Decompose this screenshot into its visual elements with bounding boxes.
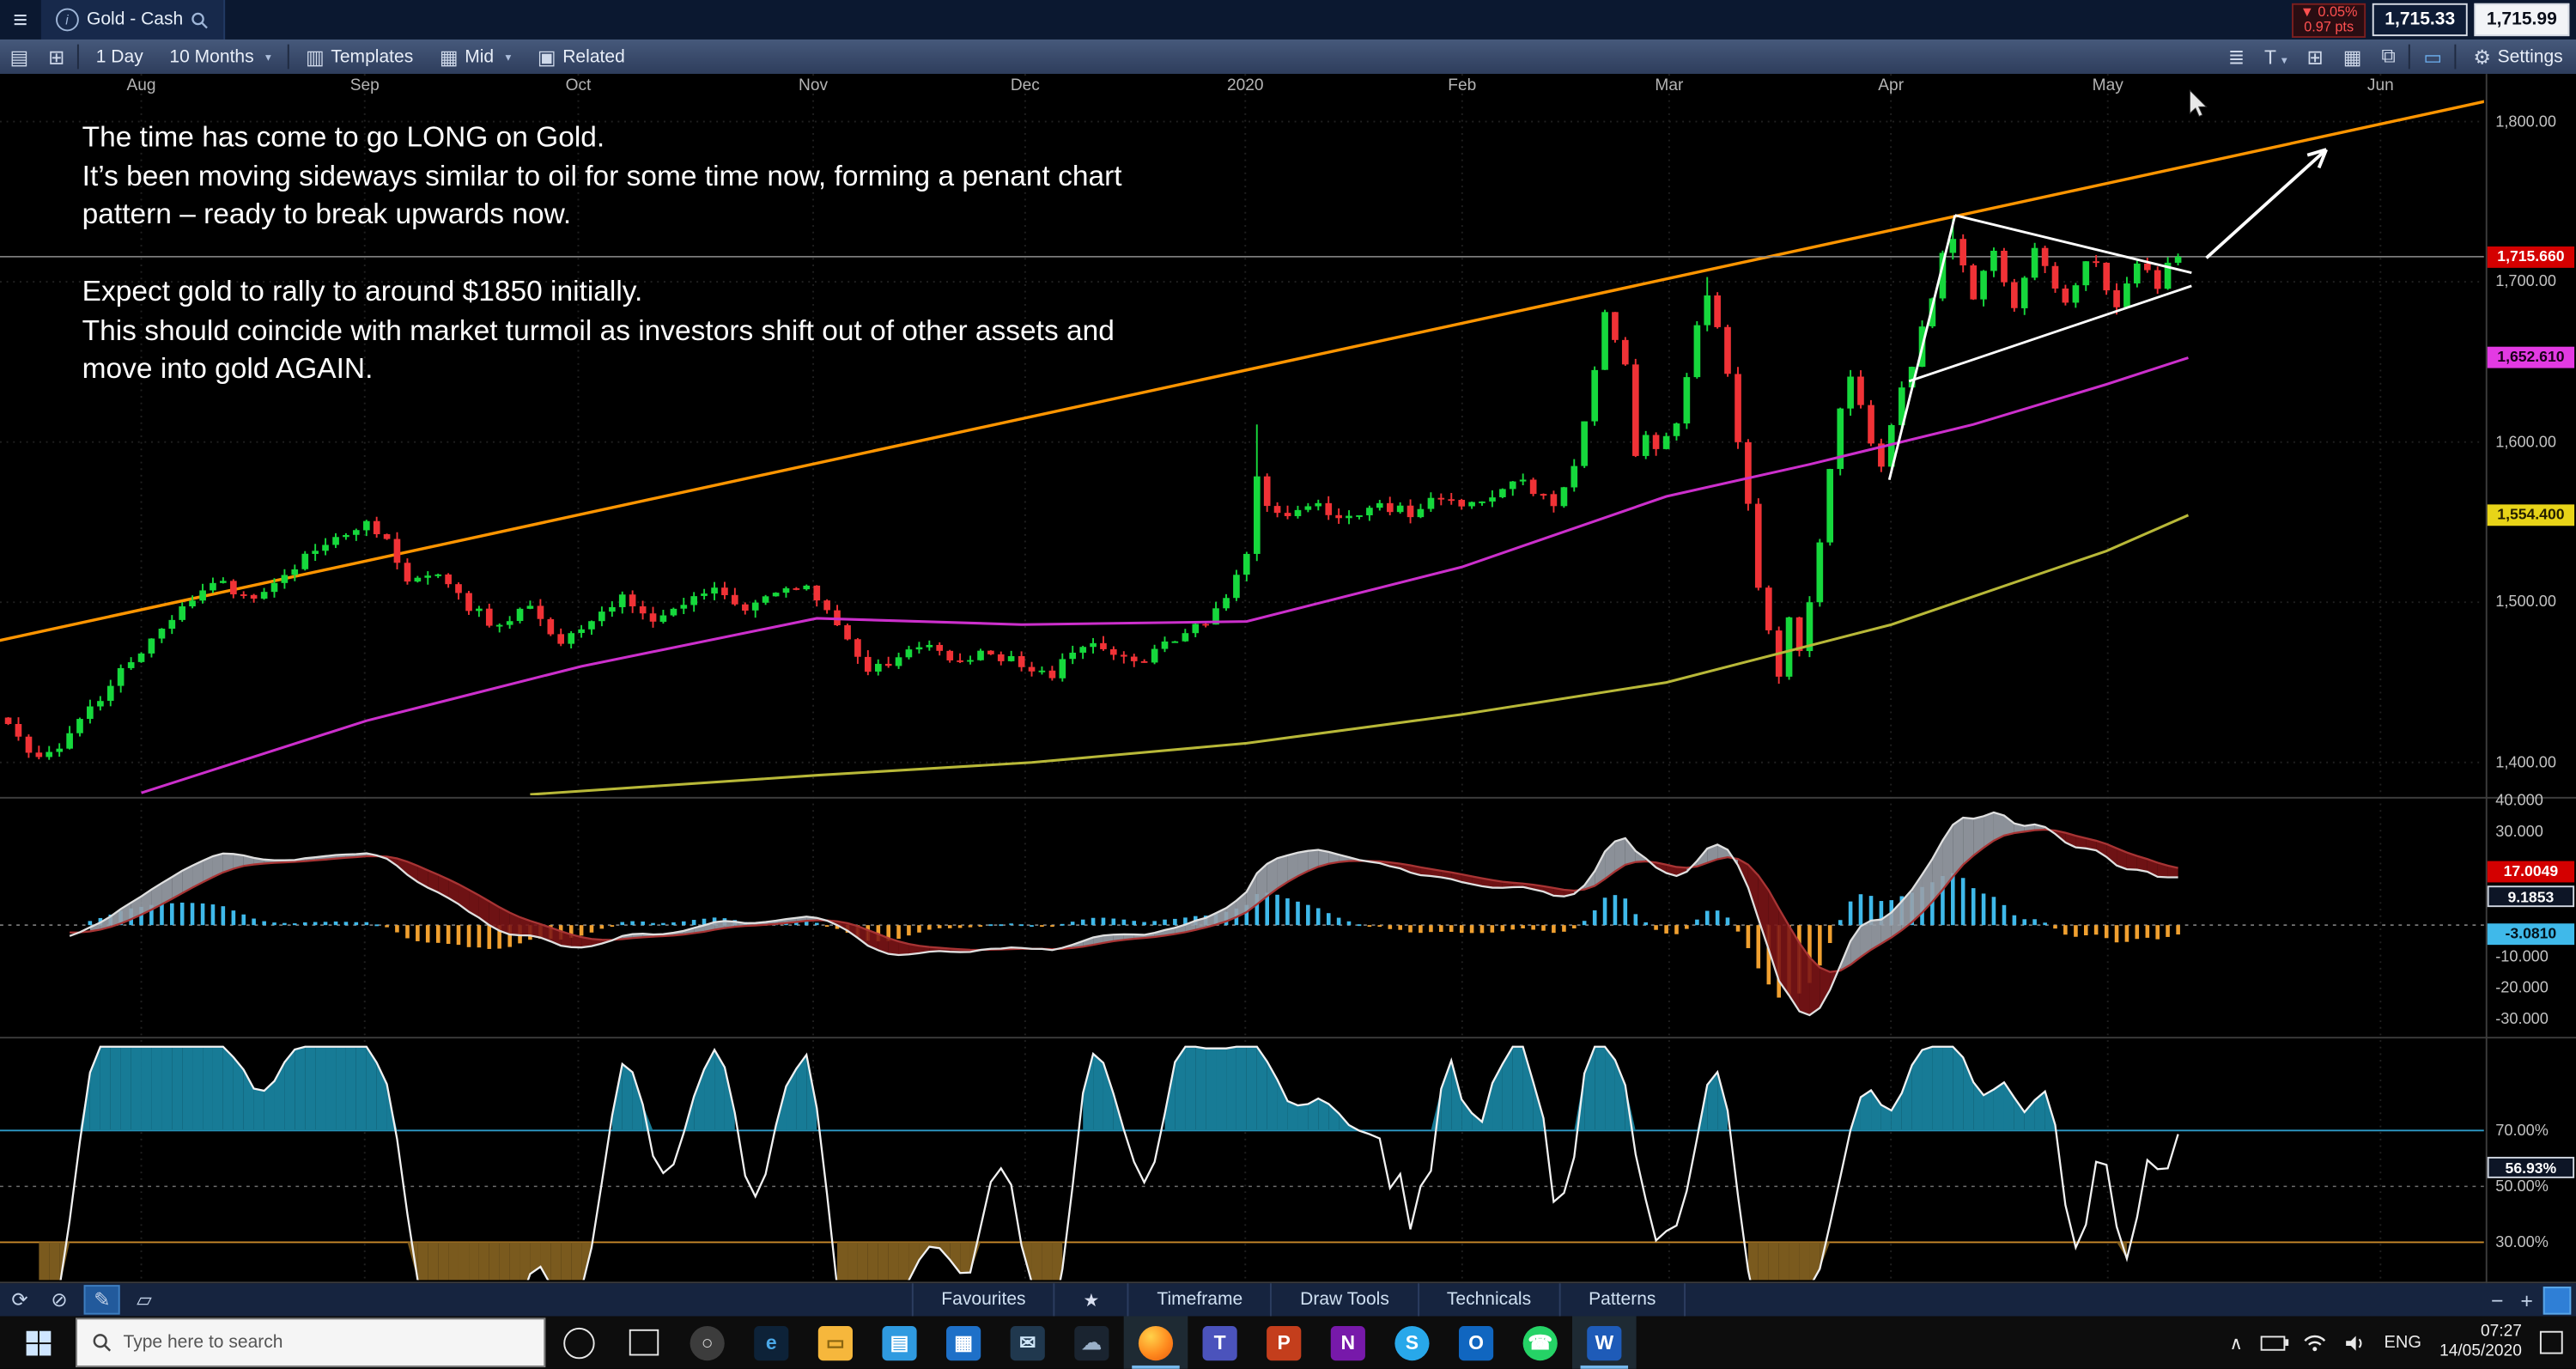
windows-logo-icon <box>26 1330 51 1355</box>
chart-footer-toolbar: ⟳ ⊘ ✎ ▱ Favourites ★ TimeframeDraw ToolsTe… <box>0 1283 2576 1316</box>
start-button[interactable] <box>0 1317 76 1369</box>
price-badge: 1,554.400 <box>2488 504 2574 526</box>
chart-annotation-line: This should coincide with market turmoil… <box>82 312 1122 350</box>
firefox-icon <box>1139 1325 1173 1360</box>
language-indicator[interactable]: ENG <box>2384 1333 2421 1353</box>
taskbar-app-edge[interactable]: e <box>739 1317 804 1369</box>
store-icon: ▤ <box>882 1325 916 1360</box>
cortana-icon[interactable] <box>563 1327 594 1358</box>
speaker-icon[interactable] <box>2345 1334 2366 1352</box>
browser-icon: ○ <box>690 1325 725 1360</box>
price-badge: 1,652.610 <box>2488 347 2574 368</box>
search-icon <box>92 1333 112 1353</box>
pencil-icon: ✎ <box>94 1288 110 1311</box>
file-explorer-icon: ▭ <box>818 1325 853 1360</box>
chart-annotation-line: It’s been moving sideways similar to oil… <box>82 157 1122 196</box>
taskbar-app-file-explorer[interactable]: ▭ <box>804 1317 868 1369</box>
price-badge: 56.93% <box>2488 1156 2574 1177</box>
eraser-icon[interactable]: ▱ <box>125 1288 163 1311</box>
outlook-icon: O <box>1459 1325 1493 1360</box>
taskbar-app-store[interactable]: ▤ <box>867 1317 932 1369</box>
windows-taskbar: Type here to search ○ e ▭ ▤ ▦ ✉ ☁ TPNSO ☎ W ∧ ENG… <box>0 1317 2576 1369</box>
task-view-icon[interactable] <box>629 1329 659 1356</box>
taskbar-app-browser[interactable]: ○ <box>675 1317 739 1369</box>
price-badge: 1,715.660 <box>2488 246 2574 267</box>
history-icon[interactable]: ⟳ <box>0 1288 39 1311</box>
taskbar-app-outlook[interactable]: O <box>1444 1317 1509 1369</box>
app-window: ≡ i Gold - Cash ▼ 0.05% 0.97 pts 1,715.3… <box>0 0 2576 1369</box>
taskbar-app-mail[interactable]: ✉ <box>995 1317 1060 1369</box>
wifi-icon[interactable] <box>2304 1334 2327 1352</box>
footer-tab-timeframe[interactable]: Timeframe <box>1127 1283 1271 1316</box>
search-placeholder: Type here to search <box>123 1333 283 1353</box>
footer-tab-patterns[interactable]: Patterns <box>1559 1283 1686 1316</box>
onedrive-icon: ☁ <box>1074 1325 1109 1360</box>
clock-time: 07:27 <box>2439 1323 2522 1342</box>
teams-icon: T <box>1203 1325 1237 1360</box>
chart-canvas[interactable]: AugSepOctNovDec2020FebMarAprMayJun 1,800… <box>0 74 2576 1283</box>
disable-drawings-icon[interactable]: ⊘ <box>39 1288 79 1311</box>
photos-icon: ▦ <box>946 1325 981 1360</box>
taskbar-app-skype[interactable]: S <box>1380 1317 1444 1369</box>
chart-annotation-line: Expect gold to rally to around $1850 ini… <box>82 273 1122 312</box>
powerpoint-icon: P <box>1267 1325 1301 1360</box>
action-center-icon[interactable] <box>2540 1331 2563 1354</box>
taskbar-app-whatsapp[interactable]: ☎ <box>1508 1317 1572 1369</box>
y-axis-label: 30.00% <box>2495 1233 2549 1251</box>
footer-tab-draw-tools[interactable]: Draw Tools <box>1271 1283 1418 1316</box>
clock-date: 14/05/2020 <box>2439 1342 2522 1362</box>
chart-annotation-text: The time has come to go LONG on Gold.It’… <box>82 119 1122 389</box>
favourites-star-button[interactable]: ★ <box>1054 1283 1127 1316</box>
footer-tabs: Favourites ★ TimeframeDraw ToolsTechnicals… <box>912 1283 1686 1316</box>
zoom-in-button[interactable]: + <box>2513 1287 2540 1313</box>
edge-icon: e <box>754 1325 788 1360</box>
chart-annotation-line: pattern – ready to break upwards now. <box>82 196 1122 234</box>
footer-tab-favourites[interactable]: Favourites <box>912 1283 1054 1316</box>
mail-icon: ✉ <box>1011 1325 1045 1360</box>
battery-icon[interactable] <box>2261 1336 2286 1350</box>
taskbar-app-teams[interactable]: T <box>1188 1317 1252 1369</box>
taskbar-clock[interactable]: 07:27 14/05/2020 <box>2439 1323 2522 1362</box>
taskbar-app-powerpoint[interactable]: P <box>1252 1317 1316 1369</box>
taskbar-app-firefox[interactable] <box>1124 1317 1188 1369</box>
price-badge: 9.1853 <box>2488 885 2574 907</box>
price-badge: -3.0810 <box>2488 924 2574 946</box>
tray-caret-icon[interactable]: ∧ <box>2230 1332 2243 1354</box>
zoom-out-button[interactable]: − <box>2484 1287 2511 1313</box>
skype-icon: S <box>1394 1325 1429 1360</box>
star-icon: ★ <box>1084 1289 1100 1311</box>
draw-pencil-button[interactable]: ✎ <box>84 1285 120 1314</box>
chart-annotation-line: move into gold AGAIN. <box>82 350 1122 389</box>
expand-chart-button[interactable] <box>2543 1286 2572 1314</box>
taskbar-search-input[interactable]: Type here to search <box>76 1317 545 1366</box>
footer-tab-technicals[interactable]: Technicals <box>1417 1283 1558 1316</box>
chart-annotation-line: The time has come to go LONG on Gold. <box>82 119 1122 157</box>
onenote-icon: N <box>1331 1325 1365 1360</box>
taskbar-app-word[interactable]: W <box>1572 1317 1637 1369</box>
system-tray: ∧ ENG 07:27 14/05/2020 <box>2230 1323 2576 1362</box>
taskbar-app-onenote[interactable]: N <box>1316 1317 1381 1369</box>
taskbar-app-photos[interactable]: ▦ <box>932 1317 996 1369</box>
taskbar-apps: ○ e ▭ ▤ ▦ ✉ ☁ TPNSO ☎ W <box>675 1317 1636 1369</box>
word-icon: W <box>1587 1325 1621 1360</box>
whatsapp-icon: ☎ <box>1523 1325 1558 1360</box>
chart-annotation-line <box>82 234 1122 273</box>
taskbar-app-onedrive[interactable]: ☁ <box>1060 1317 1124 1369</box>
price-badge: 17.0049 <box>2488 861 2574 883</box>
